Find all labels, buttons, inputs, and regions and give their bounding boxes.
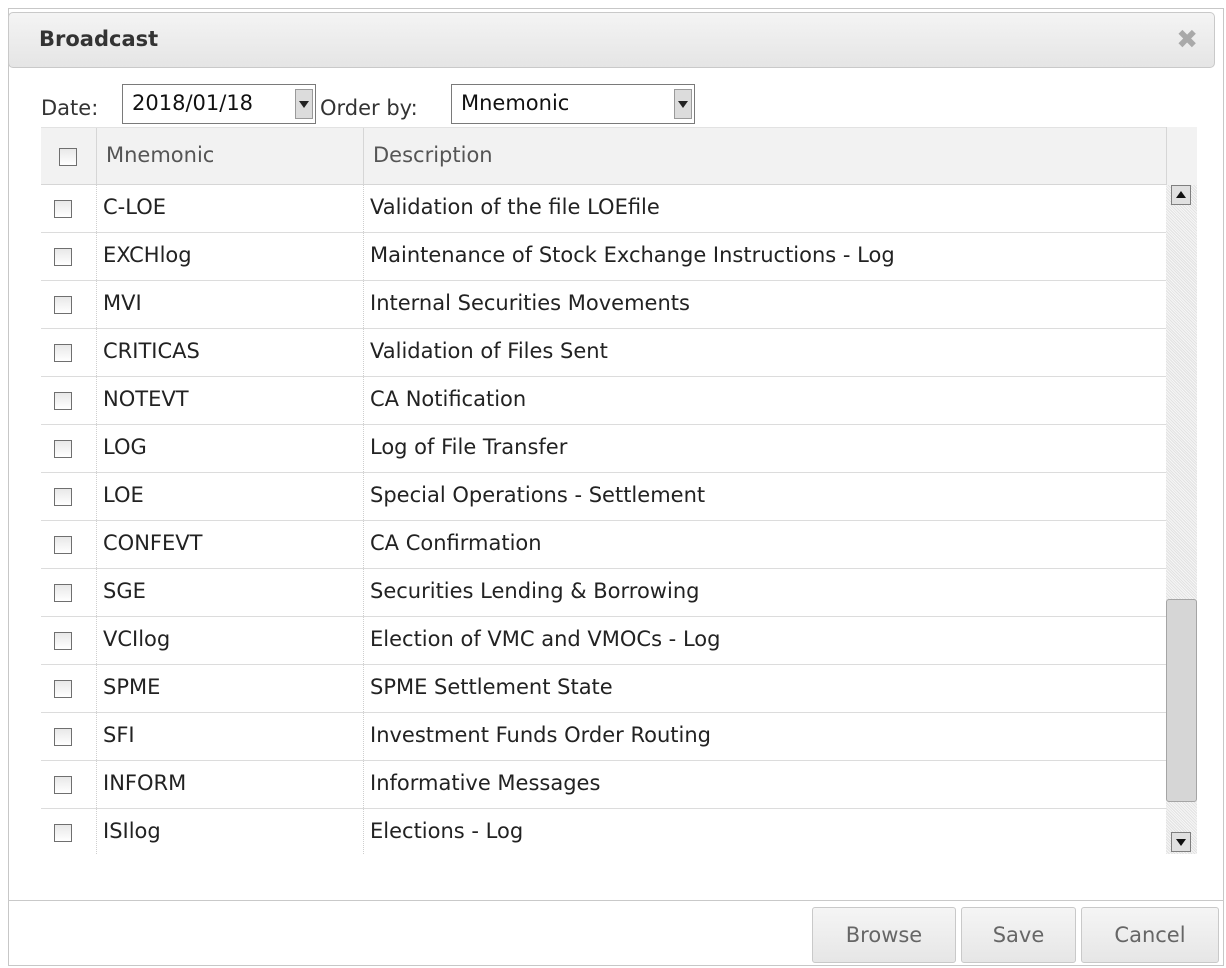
table-row[interactable]: LOE Special Operations - Settlement <box>41 473 1166 521</box>
row-mnemonic: C-LOE <box>103 195 166 219</box>
chevron-down-icon[interactable] <box>295 89 313 119</box>
table-row[interactable]: SFI Investment Funds Order Routing <box>41 713 1166 761</box>
close-icon[interactable]: ✖ <box>1176 27 1198 53</box>
row-description: Log of File Transfer <box>370 435 568 459</box>
table-row[interactable]: LOG Log of File Transfer <box>41 425 1166 473</box>
table-row[interactable]: NOTEVT CA Notification <box>41 377 1166 425</box>
column-header-label: Mnemonic <box>106 143 215 167</box>
row-checkbox[interactable] <box>54 728 72 746</box>
row-mnemonic: SPME <box>103 675 161 699</box>
date-select[interactable]: 2018/01/18 <box>122 84 316 124</box>
row-checkbox[interactable] <box>54 248 72 266</box>
order-by-select[interactable]: Mnemonic <box>451 84 695 124</box>
scroll-up-icon[interactable] <box>1171 185 1191 205</box>
row-checkbox[interactable] <box>54 440 72 458</box>
row-description: Election of VMC and VMOCs - Log <box>370 627 721 651</box>
row-description: CA Confirmation <box>370 531 542 555</box>
row-description: Investment Funds Order Routing <box>370 723 711 747</box>
row-checkbox[interactable] <box>54 584 72 602</box>
chevron-down-icon[interactable] <box>674 89 692 119</box>
row-checkbox[interactable] <box>54 344 72 362</box>
row-mnemonic: INFORM <box>103 771 187 795</box>
dialog-titlebar: Broadcast ✖ <box>8 12 1215 68</box>
row-mnemonic: LOE <box>103 483 144 507</box>
order-by-label: Order by: <box>320 96 418 120</box>
row-checkbox[interactable] <box>54 392 72 410</box>
column-header-description[interactable]: Description <box>363 128 1166 186</box>
table-row[interactable]: EXCHlog Maintenance of Stock Exchange Ins… <box>41 233 1166 281</box>
row-description: Informative Messages <box>370 771 601 795</box>
scrollbar-thumb[interactable] <box>1166 599 1197 802</box>
row-checkbox[interactable] <box>54 488 72 506</box>
table-row[interactable]: ISIlog Elections - Log <box>41 809 1166 854</box>
row-mnemonic: CRITICAS <box>103 339 200 363</box>
save-button[interactable]: Save <box>961 907 1076 963</box>
row-checkbox[interactable] <box>54 776 72 794</box>
table-row[interactable]: CONFEVT CA Confirmation <box>41 521 1166 569</box>
browse-button[interactable]: Browse <box>812 907 956 963</box>
row-description: Elections - Log <box>370 819 524 843</box>
row-checkbox[interactable] <box>54 536 72 554</box>
row-mnemonic: EXCHlog <box>103 243 192 267</box>
row-mnemonic: SFI <box>103 723 135 747</box>
table-row[interactable]: VCIlog Election of VMC and VMOCs - Log <box>41 617 1166 665</box>
header-select-all-cell <box>41 128 96 186</box>
row-description: Securities Lending & Borrowing <box>370 579 700 603</box>
cancel-button[interactable]: Cancel <box>1081 907 1219 963</box>
row-mnemonic: CONFEVT <box>103 531 203 555</box>
row-checkbox[interactable] <box>54 632 72 650</box>
select-all-checkbox[interactable] <box>59 148 77 166</box>
row-checkbox[interactable] <box>54 296 72 314</box>
row-mnemonic: NOTEVT <box>103 387 189 411</box>
order-by-value: Mnemonic <box>461 91 570 115</box>
table-row[interactable]: SGE Securities Lending & Borrowing <box>41 569 1166 617</box>
row-description: Maintenance of Stock Exchange Instructio… <box>370 243 895 267</box>
row-description: CA Notification <box>370 387 527 411</box>
column-header-label: Description <box>373 143 493 167</box>
broadcast-grid: Mnemonic Description C-LOE Validation of … <box>41 127 1197 854</box>
row-checkbox[interactable] <box>54 680 72 698</box>
row-mnemonic: LOG <box>103 435 147 459</box>
row-description: SPME Settlement State <box>370 675 613 699</box>
header-scroll-filler <box>1166 127 1197 185</box>
row-mnemonic: SGE <box>103 579 146 603</box>
table-row[interactable]: MVI Internal Securities Movements <box>41 281 1166 329</box>
column-header-mnemonic[interactable]: Mnemonic <box>96 128 363 186</box>
table-row[interactable]: SPME SPME Settlement State <box>41 665 1166 713</box>
row-mnemonic: VCIlog <box>103 627 171 651</box>
scroll-down-icon[interactable] <box>1171 832 1191 852</box>
row-checkbox[interactable] <box>54 824 72 842</box>
table-row[interactable]: CRITICAS Validation of Files Sent <box>41 329 1166 377</box>
vertical-scrollbar[interactable] <box>1166 185 1197 854</box>
date-label: Date: <box>41 96 99 120</box>
footer-divider <box>8 900 1224 901</box>
dialog-title: Broadcast <box>39 27 159 51</box>
row-mnemonic: ISIlog <box>103 819 161 843</box>
table-row[interactable]: C-LOE Validation of the file LOEfile <box>41 185 1166 233</box>
row-checkbox[interactable] <box>54 200 72 218</box>
grid-body: C-LOE Validation of the file LOEfile EXCHl… <box>41 185 1166 854</box>
grid-header: Mnemonic Description <box>41 127 1166 186</box>
table-row[interactable]: INFORM Informative Messages <box>41 761 1166 809</box>
date-value: 2018/01/18 <box>132 91 254 115</box>
row-description: Internal Securities Movements <box>370 291 690 315</box>
row-mnemonic: MVI <box>103 291 142 315</box>
row-description: Validation of Files Sent <box>370 339 608 363</box>
row-description: Special Operations - Settlement <box>370 483 706 507</box>
row-description: Validation of the file LOEfile <box>370 195 660 219</box>
